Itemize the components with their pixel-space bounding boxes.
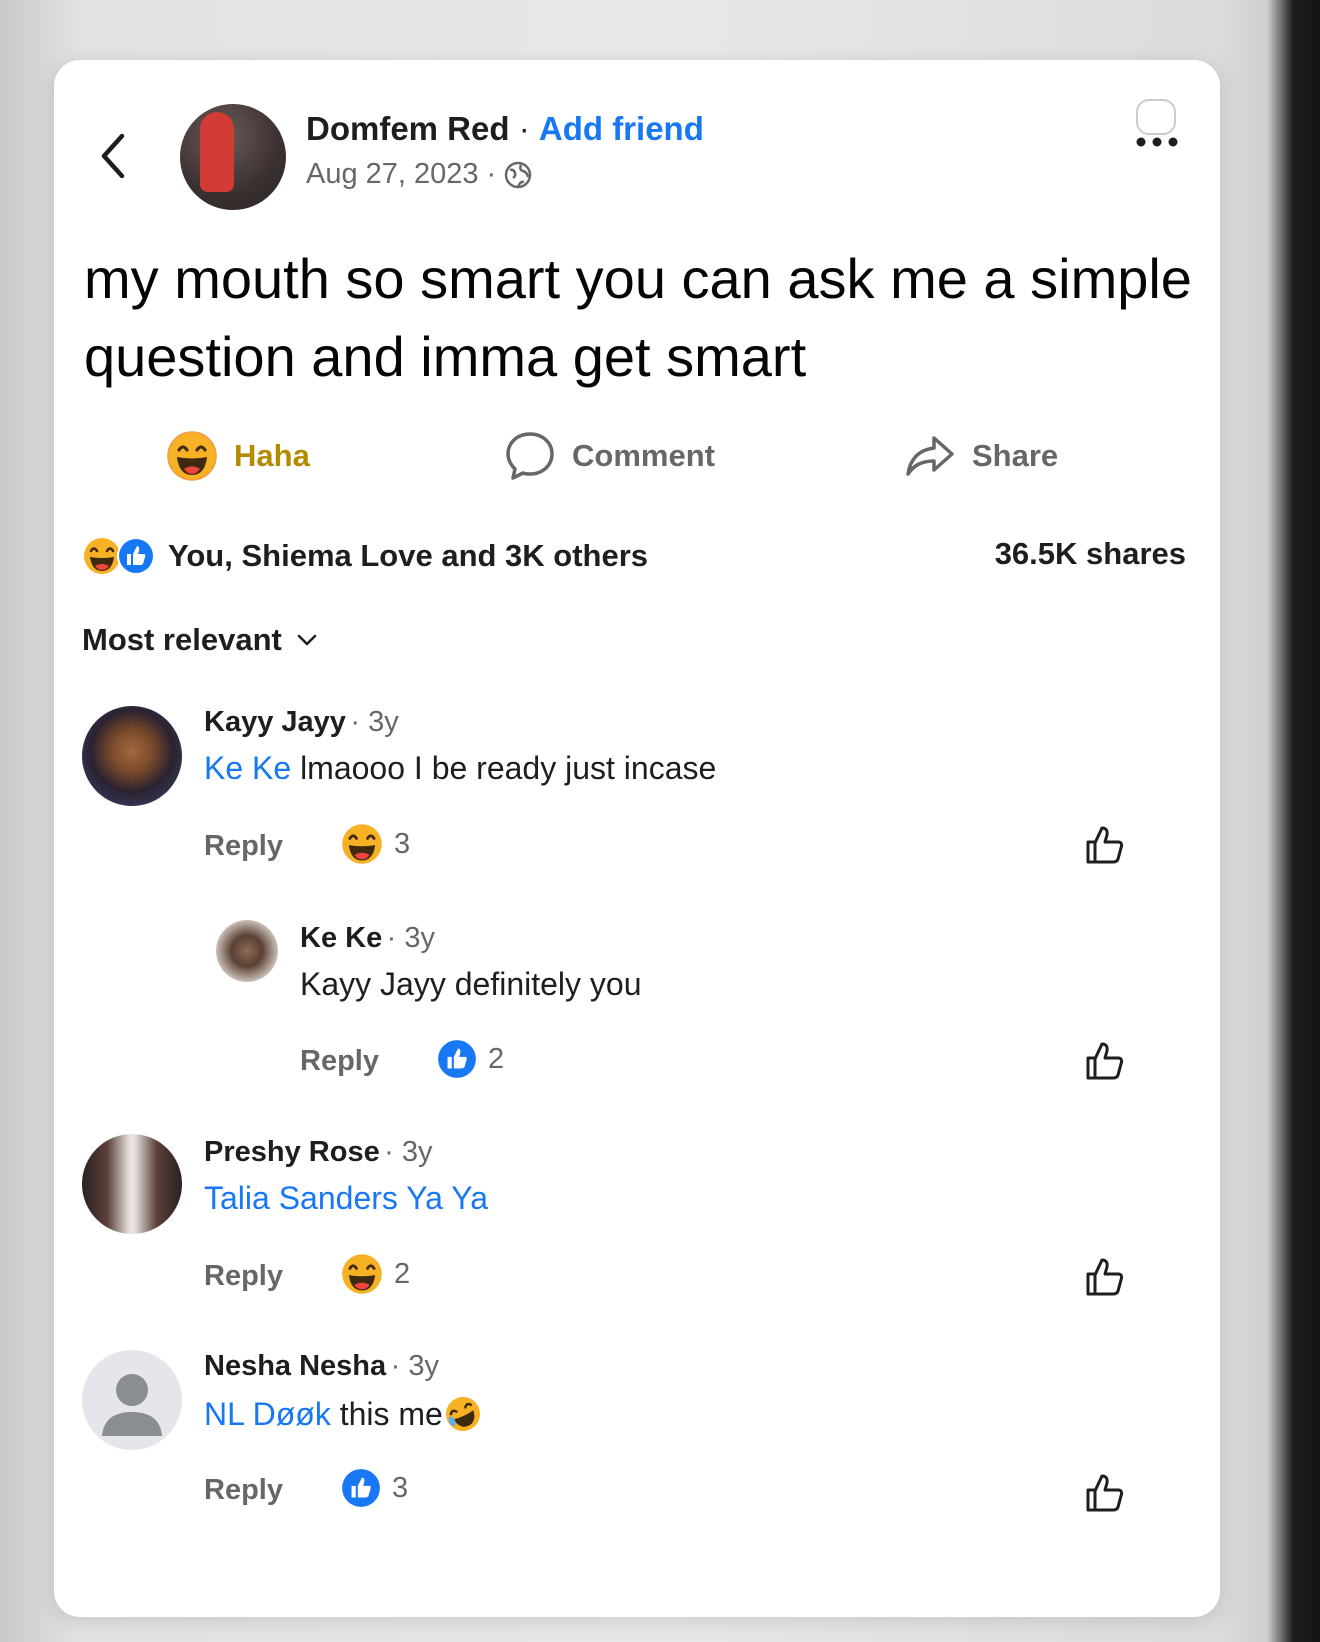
author-avatar[interactable] [180,104,286,210]
date-separator: · [486,158,497,190]
chevron-down-icon [297,634,317,646]
reply-button[interactable]: Reply [204,1474,283,1507]
reply-button[interactable]: Reply [300,1045,379,1078]
post-header: Domfem Red · Add friend [306,110,704,148]
haha-icon [342,1254,382,1294]
post-text: my mouth so smart you can ask me a simpl… [84,247,1192,388]
like-icon[interactable] [1082,822,1128,868]
reply-button[interactable]: Reply [204,1260,283,1293]
commenter-name[interactable]: Kayy Jayy [204,706,346,738]
share-button[interactable]: Share [904,430,1058,482]
like-badge-icon [117,537,155,575]
comment-button[interactable]: Comment [504,430,715,482]
comment-header: Kayy Jayy · 3y [204,706,399,739]
haha-button[interactable]: Haha [166,430,310,482]
mention-link[interactable]: NL Døøk [204,1396,331,1433]
comment-text: Talia Sanders Ya Ya [204,1180,488,1217]
avatar-image [200,112,234,192]
commenter-avatar[interactable] [216,920,278,982]
comment-text: Kayy Jayy definitely you [300,966,642,1003]
share-icon [906,436,954,476]
author-name[interactable]: Domfem Red [306,110,510,147]
back-icon[interactable] [98,132,128,180]
comment-header: Nesha Nesha · 3y [204,1350,439,1383]
commenter-name[interactable]: Ke Ke [300,922,382,954]
reaction-count: 2 [394,1257,411,1290]
commenter-avatar[interactable] [82,1134,182,1234]
post-date[interactable]: Aug 27, 2023 [306,158,479,191]
comment-text: NL Døøk this me [204,1394,483,1434]
like-badge-icon [342,1469,380,1507]
comment-header: Ke Ke · 3y [300,922,435,955]
reply-button[interactable]: Reply [204,830,283,863]
commenter-name[interactable]: Nesha Nesha [204,1350,386,1382]
globe-icon [504,161,532,188]
default-avatar-icon [102,1374,162,1436]
haha-icon [342,824,382,864]
post-meta: Aug 27, 2023 · [306,158,532,191]
shares-count[interactable]: 36.5K shares [995,536,1186,572]
add-friend-link[interactable]: Add friend [539,110,704,147]
reaction-count: 3 [392,1471,409,1504]
like-badge-icon [438,1040,476,1078]
comment-body: Kayy Jayy definitely you [300,966,642,1002]
comment-time[interactable]: · 3y [384,1136,432,1168]
haha-label: Haha [234,438,310,473]
comment-sort-dropdown[interactable]: Most relevant [82,622,318,658]
post-card: Domfem Red · Add friend Aug 27, 2023 · m… [54,60,1220,1617]
comment-header: Preshy Rose · 3y [204,1136,433,1169]
header-separator: · [518,110,530,147]
comment-icon [506,432,554,480]
rofl-icon [445,1397,480,1431]
more-icon[interactable] [1129,96,1185,152]
reactions-text: You, Shiema Love and 3K others [168,538,649,573]
commenter-avatar[interactable] [82,706,182,806]
comment-reactions[interactable]: 2 [436,1038,504,1080]
reactions-summary[interactable]: You, Shiema Love and 3K others [82,536,648,576]
comment-reactions[interactable]: 3 [340,1467,408,1509]
like-icon[interactable] [1082,1038,1128,1084]
commenter-avatar[interactable] [82,1350,182,1450]
comment-body: this me [330,1395,443,1432]
mention-link[interactable]: Ke Ke [204,750,291,786]
comment-time[interactable]: · 3y [387,922,435,954]
comment-time[interactable]: · 3y [350,706,398,738]
mention-link[interactable]: Talia Sanders Ya Ya [204,1180,488,1216]
like-icon[interactable] [1082,1470,1128,1516]
like-icon[interactable] [1082,1254,1128,1300]
commenter-name[interactable]: Preshy Rose [204,1136,380,1168]
reaction-icons [82,536,156,576]
comment-time[interactable]: · 3y [391,1350,439,1382]
sort-label: Most relevant [82,622,282,657]
comment-body: lmaooo I be ready just incase [291,750,717,786]
comment-reactions[interactable]: 2 [340,1252,410,1296]
haha-icon [167,431,217,481]
reaction-count: 3 [394,827,411,860]
share-label: Share [972,438,1059,473]
reaction-count: 2 [488,1042,505,1075]
comment-label: Comment [572,438,715,473]
comment-reactions[interactable]: 3 [340,822,410,866]
comment-text: Ke Ke lmaooo I be ready just incase [204,750,716,787]
